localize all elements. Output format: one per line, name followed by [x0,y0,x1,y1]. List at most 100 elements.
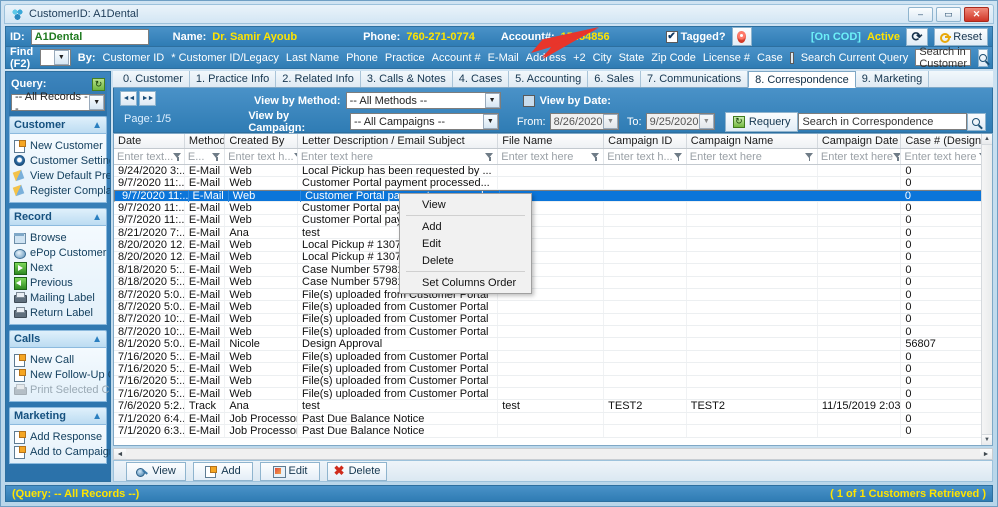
sidebar-panel-calls-header[interactable]: Calls ▲ [9,330,107,348]
table-row[interactable]: 8/7/2020 10:... E-Mail Web File(s) uploaded… [114,313,992,327]
chevron-down-icon[interactable]: ▼ [698,114,714,129]
sidebar-item-customer-settings[interactable]: Customer Settings [13,153,110,168]
table-row[interactable]: 8/1/2020 5:0... E-Mail Nicole Design Approv… [114,338,992,351]
table-row[interactable]: 7/16/2020 5:... E-Mail Web File(s) uploaded… [114,375,992,389]
table-row[interactable]: 7/16/2020 5:... E-Mail Web File(s) uploaded… [114,350,992,364]
tab-accounting[interactable]: 5. Accounting [509,71,589,87]
table-row[interactable]: 8/7/2020 5:0... E-Mail Web File(s) uploaded… [114,288,992,302]
view-by-method-select[interactable]: -- All Methods -- ▼ [345,92,501,109]
table-row[interactable]: 9/7/2020 11:... E-Mail Web Customer Portal … [114,214,992,227]
by-option-city[interactable]: City [593,52,612,64]
table-row[interactable]: 8/20/2020 12... E-Mail Web Local Pickup # 1… [114,239,992,252]
table-row[interactable]: 8/7/2020 5:0... E-Mail Web File(s) uploaded… [114,301,992,314]
view-by-campaign-select[interactable]: -- All Campaigns -- ▼ [349,113,499,130]
query-refresh-icon[interactable]: ↻ [92,77,105,91]
requery-button[interactable]: ↻ Requery [724,111,799,132]
grid-vertical-scrollbar[interactable]: ▲ ▼ [981,134,992,445]
search-correspondence-input[interactable]: Search in Correspondence [798,113,967,130]
by-option-practice[interactable]: Practice [385,52,425,64]
tagged-checkbox-wrap[interactable]: ✔ Tagged? [665,30,726,43]
tagged-checkbox[interactable]: ✔ [665,30,678,43]
grid-horizontal-scrollbar[interactable]: ◄ ► [113,448,993,460]
table-row[interactable]: 9/7/2020 11:... E-Mail Web Customer Portal … [114,189,992,203]
table-row[interactable]: 7/16/2020 5:... E-Mail Web File(s) uploaded… [114,363,992,376]
sidebar-item-view-default-prefs[interactable]: View Default Prefs [13,168,110,183]
collapse-chevron-icon[interactable]: ▲ [92,120,102,131]
context-menu-item-edit[interactable]: Edit [400,235,531,252]
funnel-icon[interactable] [673,152,683,161]
chevron-down-icon[interactable]: ▼ [602,114,618,129]
search-customer-input[interactable]: Search in Customer [915,46,971,70]
table-row[interactable]: 9/7/2020 11:... E-Mail Web Customer Portal … [114,177,992,190]
filter-subject[interactable]: Enter text here [298,149,499,164]
tab-practice-info[interactable]: 1. Practice Info [190,71,277,87]
table-row[interactable]: 7/1/2020 6:4... E-Mail Job Processor Past D… [114,412,992,426]
tab-calls-notes[interactable]: 3. Calls & Notes [361,71,453,87]
column-header-case-number[interactable]: Case # (Design Approval) [901,134,992,148]
scroll-left-button[interactable]: ◄ [114,449,126,459]
filter-date[interactable]: Enter text... [114,149,185,164]
query-select[interactable]: -- All Records -- ▼ [11,91,105,115]
chevron-down-icon[interactable]: ▼ [53,50,69,65]
by-option-state[interactable]: State [619,52,645,64]
tab-marketing[interactable]: 9. Marketing [856,71,930,87]
search-customer-button[interactable] [978,48,988,67]
scroll-right-button[interactable]: ► [980,449,992,459]
column-header-created-by[interactable]: Created By [225,134,299,148]
filter-campaign-id[interactable]: Enter text h... [604,149,687,164]
tab-communications[interactable]: 7. Communications [641,71,749,87]
map-pin-button[interactable] [731,27,752,46]
by-option-case[interactable]: Case [757,52,783,64]
by-option-customer-id-legacy[interactable]: * Customer ID/Legacy [171,52,279,64]
sidebar-item-return-label[interactable]: Return Label [13,305,104,320]
table-row[interactable]: 9/7/2020 11:... E-Mail Web Customer Portal … [114,202,992,215]
by-option-zip-code[interactable]: Zip Code [651,52,696,64]
funnel-icon[interactable] [485,152,494,161]
column-header-campaign-id[interactable]: Campaign ID [604,134,687,148]
collapse-chevron-icon[interactable]: ▲ [92,334,102,345]
funnel-icon[interactable] [212,152,221,161]
sidebar-item-epop-customer[interactable]: ePop Customer [13,245,106,260]
sidebar-panel-marketing-header[interactable]: Marketing ▲ [9,407,107,425]
funnel-icon[interactable] [804,152,814,161]
by-option-license[interactable]: License # [703,52,750,64]
filter-case-number[interactable]: Enter text here [901,149,992,164]
by-option-account[interactable]: Account # [432,52,481,64]
search-correspondence-button[interactable] [966,112,986,131]
minimize-button[interactable]: – [908,7,933,22]
sidebar-panel-record-header[interactable]: Record ▲ [9,208,107,226]
sidebar-item-add-to-campaign[interactable]: Add to Campaign [13,444,110,459]
delete-button[interactable]: ✖ Delete [327,461,387,481]
sidebar-item-register-complaint[interactable]: Register Complaint [13,183,110,198]
tab-customer[interactable]: 0. Customer [117,71,190,87]
tab-cases[interactable]: 4. Cases [453,71,510,87]
table-row[interactable]: 8/7/2020 10:... E-Mail Web File(s) uploaded… [114,326,992,339]
table-row[interactable]: 7/16/2020 5:... E-Mail Web File(s) uploaded… [114,388,992,401]
sidebar-item-new-customer[interactable]: New Customer [13,138,104,153]
from-date-picker[interactable]: 8/26/2020 ▼ [549,113,619,130]
table-row[interactable]: 9/24/2020 3:... E-Mail Web Local Pickup has… [114,165,992,178]
sidebar-item-new-followup-call[interactable]: New Follow-Up Call [13,367,110,382]
context-menu-item-add[interactable]: Add [400,218,531,235]
sidebar-item-mailing-label[interactable]: Mailing Label [13,290,104,305]
filter-campaign-date[interactable]: Enter text here [818,149,902,164]
tab-sales[interactable]: 6. Sales [588,71,641,87]
by-option-email[interactable]: E-Mail [488,52,519,64]
filter-method[interactable]: E... [185,149,226,164]
scroll-thumb[interactable] [982,145,992,434]
column-header-campaign-date[interactable]: Campaign Date [818,134,902,148]
sidebar-panel-customer-header[interactable]: Customer ▲ [9,116,107,134]
funnel-icon[interactable] [591,152,600,161]
scroll-down-button[interactable]: ▼ [982,434,992,445]
chevron-down-icon[interactable]: ▼ [484,93,500,108]
by-option-plus2[interactable]: +2 [573,52,586,64]
sidebar-item-browse[interactable]: Browse [13,230,104,245]
sidebar-item-next[interactable]: Next [13,260,104,275]
column-header-campaign-name[interactable]: Campaign Name [687,134,818,148]
tab-correspondence[interactable]: 8. Correspondence [748,71,856,88]
filter-created-by[interactable]: Enter text h... [225,149,298,164]
table-row[interactable]: 8/20/2020 12... E-Mail Web Local Pickup # 1… [114,251,992,265]
context-menu-item-view[interactable]: View [400,196,531,213]
collapse-chevron-icon[interactable]: ▲ [92,212,102,223]
column-header-date[interactable]: Date [114,134,185,148]
